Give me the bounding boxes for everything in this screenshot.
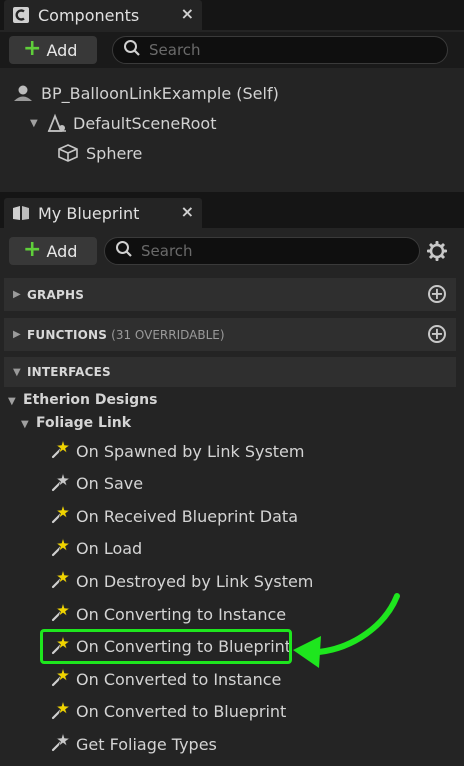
close-icon[interactable]: × (181, 202, 194, 221)
myblueprint-search[interactable] (104, 237, 420, 265)
interface-function-label: On Converting to Instance (76, 604, 287, 624)
search-icon (115, 240, 133, 262)
section-functions[interactable]: ▶ FUNCTIONS (31 OVERRIDABLE) + (4, 318, 456, 351)
section-title: GRAPHS (27, 287, 85, 302)
section-subtitle: (31 OVERRIDABLE) (111, 327, 225, 342)
components-tab-title: Components (38, 5, 140, 25)
event-icon (50, 438, 72, 464)
interface-function-label: On Converted to Instance (76, 669, 282, 689)
components-search[interactable] (112, 36, 448, 64)
section-title: INTERFACES (27, 365, 111, 379)
interface-function-label: On Converted to Blueprint (76, 702, 287, 722)
interface-function-label: On Spawned by Link System (76, 441, 305, 461)
components-tab[interactable]: Components × (4, 0, 202, 30)
interface-function-label: On Received Blueprint Data (76, 506, 298, 526)
event-icon (50, 503, 72, 529)
event-icon (50, 568, 72, 594)
scene-root-icon (46, 113, 68, 137)
search-icon (123, 39, 141, 61)
tree-item-sphere[interactable]: Sphere (86, 144, 142, 163)
book-icon (12, 204, 30, 222)
add-button-label: Add (46, 241, 78, 261)
subcategory-label[interactable]: Foliage Link (36, 415, 131, 431)
event-icon (50, 666, 72, 692)
interface-function-item[interactable]: On Converting to Instance (50, 601, 286, 627)
myblueprint-tab[interactable]: My Blueprint × (4, 198, 202, 228)
tree-item-self[interactable]: BP_BalloonLinkExample (Self) (41, 84, 279, 103)
interface-function-item[interactable]: On Converted to Blueprint (50, 699, 286, 725)
add-button-label: Add (46, 40, 78, 60)
interface-function-item[interactable]: Get Foliage Types (50, 731, 217, 757)
function-icon (50, 471, 72, 497)
highlight-box (40, 629, 292, 664)
close-icon[interactable]: × (181, 4, 194, 23)
components-tabbar: Components × (0, 0, 464, 30)
self-icon (12, 84, 34, 106)
category-label[interactable]: Etherion Designs (23, 392, 157, 408)
annotation-arrow-icon (293, 593, 400, 668)
event-icon (50, 601, 72, 627)
interface-function-item[interactable]: On Load (50, 536, 142, 562)
section-graphs[interactable]: ▶ GRAPHS + (4, 278, 456, 311)
interface-function-item[interactable]: On Spawned by Link System (50, 438, 304, 464)
chevron-right-icon: ▶ (13, 329, 21, 340)
interface-function-item[interactable]: On Received Blueprint Data (50, 503, 298, 529)
event-icon (50, 536, 72, 562)
tree-item-defaultsceneroot[interactable]: DefaultSceneRoot (73, 114, 217, 133)
gear-icon[interactable] (426, 240, 448, 266)
search-input[interactable] (141, 242, 381, 260)
chevron-down-icon[interactable]: ▼ (21, 419, 29, 430)
search-input[interactable] (149, 41, 399, 59)
plus-icon: + (23, 237, 42, 262)
myblueprint-toolbar: + Add (0, 233, 464, 269)
add-graph-icon[interactable]: + (428, 285, 446, 303)
chevron-down-icon[interactable]: ▼ (30, 118, 38, 129)
section-title: FUNCTIONS (27, 327, 108, 342)
interface-function-label: Get Foliage Types (76, 734, 217, 754)
interface-function-label: On Save (76, 474, 144, 494)
chevron-down-icon[interactable]: ▼ (8, 396, 16, 407)
components-toolbar: + Add (0, 32, 464, 68)
interface-function-label: On Load (76, 539, 143, 559)
function-icon (50, 731, 72, 757)
plus-icon: + (23, 36, 42, 61)
section-interfaces[interactable]: ▼ INTERFACES (4, 357, 456, 387)
myblueprint-tab-title: My Blueprint (38, 203, 140, 223)
interface-function-item[interactable]: On Converted to Instance (50, 666, 281, 692)
interface-function-label: On Destroyed by Link System (76, 571, 314, 591)
myblueprint-tabbar: My Blueprint × (0, 198, 464, 228)
event-icon (50, 699, 72, 725)
interface-function-item[interactable]: On Save (50, 471, 143, 497)
components-add-button[interactable]: + Add (9, 36, 97, 64)
cube-icon (57, 143, 79, 167)
myblueprint-add-button[interactable]: + Add (9, 237, 97, 265)
chevron-down-icon: ▼ (13, 366, 21, 378)
chevron-right-icon: ▶ (13, 289, 21, 300)
components-icon (12, 6, 30, 24)
interface-function-item[interactable]: On Destroyed by Link System (50, 568, 313, 594)
add-function-icon[interactable]: + (428, 325, 446, 343)
